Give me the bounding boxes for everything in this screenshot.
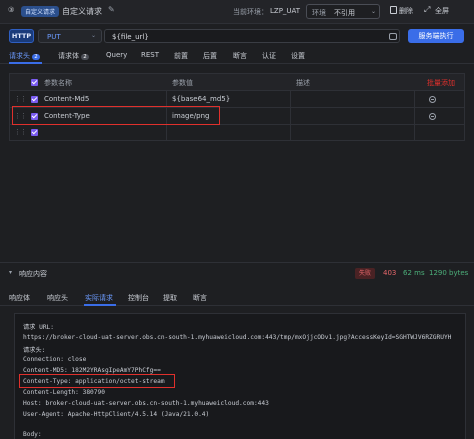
tab-rest[interactable]: REST xyxy=(141,51,159,59)
tab-body-count: 2 xyxy=(81,54,89,60)
pencil-icon[interactable]: ✎ xyxy=(108,5,115,14)
chevron-down-icon[interactable]: ▾ xyxy=(9,269,12,276)
column-name-header: 参数名称 xyxy=(44,79,72,87)
delete-label: 删除 xyxy=(399,7,413,15)
method-select[interactable]: PUT ⌄ xyxy=(38,29,102,43)
code-line: Connection: close xyxy=(23,356,87,363)
remove-row-icon[interactable] xyxy=(429,96,436,103)
drag-handle-icon[interactable]: ⋮⋮ xyxy=(14,128,27,136)
code-line: Content-Length: 380790 xyxy=(23,389,105,396)
code-line: User-Agent: Apache-HttpClient/4.5.14 (Ja… xyxy=(23,411,210,418)
status-code: 403 xyxy=(383,269,397,277)
header-value-cell[interactable]: ${base64_md5} xyxy=(172,95,230,103)
tab-console[interactable]: 控制台 xyxy=(128,293,149,303)
response-title: 响应内容 xyxy=(19,270,47,278)
server-execute-button[interactable]: 服务端执行 xyxy=(408,29,464,43)
environment-select[interactable]: 环境 不引用 ⌄ xyxy=(306,4,380,19)
tab-actual-request[interactable]: 实际请求 xyxy=(85,293,113,303)
tab-body-label: 请求体 xyxy=(58,52,79,60)
tab-extract[interactable]: 提取 xyxy=(163,293,177,303)
code-line: 请求 URL: xyxy=(23,324,55,331)
url-input[interactable]: ${file_url} xyxy=(104,29,400,43)
highlight-box xyxy=(19,374,175,388)
current-env-value: LZP_UAT xyxy=(270,7,301,15)
code-line: 请求头: xyxy=(23,347,46,354)
url-value: ${file_url} xyxy=(112,33,149,41)
env-select-label: 环境 xyxy=(312,9,326,17)
active-tab-indicator xyxy=(9,62,42,64)
protocol-select[interactable]: HTTP xyxy=(9,29,34,43)
tab-response-body[interactable]: 响应体 xyxy=(9,293,30,303)
status-badge: 失败 xyxy=(355,268,375,279)
row-checkbox[interactable] xyxy=(31,129,38,136)
drag-handle-icon[interactable]: ⋮⋮ xyxy=(14,95,27,103)
chevron-down-icon: ⌄ xyxy=(371,8,377,15)
current-env-label: 当前环境： xyxy=(233,8,268,16)
code-line: Host: broker-cloud-uat-server.obs.cn-sou… xyxy=(23,400,269,407)
header-name-cell[interactable]: Content-Md5 xyxy=(44,95,89,103)
tab-pre[interactable]: 前置 xyxy=(174,51,188,61)
tab-query[interactable]: Query xyxy=(106,51,127,59)
chevron-down-icon: ⌄ xyxy=(91,32,97,39)
tab-body[interactable]: 请求体 2 xyxy=(58,51,89,61)
tab-response-assert[interactable]: 断言 xyxy=(193,293,207,303)
remove-row-icon[interactable] xyxy=(429,113,436,120)
tab-post[interactable]: 后置 xyxy=(203,51,217,61)
tab-headers[interactable]: 请求头 2 xyxy=(9,51,40,61)
save-icon[interactable] xyxy=(389,33,397,40)
request-header-bar: ③ 自定义请求 自定义请求 ✎ 当前环境： LZP_UAT 环境 不引用 ⌄ 删… xyxy=(0,0,474,24)
table-header-row xyxy=(10,74,464,91)
page-title: 自定义请求 xyxy=(62,7,102,16)
code-line: https://broker-cloud-uat-server.obs.cn-s… xyxy=(23,334,452,341)
column-desc-header: 描述 xyxy=(296,79,310,87)
row-checkbox[interactable] xyxy=(31,96,38,103)
step-badge: ③ xyxy=(8,6,15,14)
section-divider xyxy=(0,262,474,263)
response-tabs xyxy=(0,289,474,306)
batch-add-button[interactable]: 批量添加 xyxy=(427,78,455,88)
method-value: PUT xyxy=(47,33,61,41)
active-tab-indicator xyxy=(84,304,116,306)
code-line: Content-MD5: 182M2YRAsgIpeAmY7PhCfg== xyxy=(23,367,161,374)
tab-headers-label: 请求头 xyxy=(9,52,30,60)
code-line: Body: xyxy=(23,431,42,438)
tab-settings[interactable]: 设置 xyxy=(291,51,305,61)
env-select-value: 不引用 xyxy=(334,9,355,17)
tab-assert[interactable]: 断言 xyxy=(233,51,247,61)
tab-auth[interactable]: 认证 xyxy=(262,51,276,61)
tab-response-headers[interactable]: 响应头 xyxy=(47,293,68,303)
response-time: 62 ms xyxy=(403,269,425,277)
actual-request-panel: 请求 URL: https://broker-cloud-uat-server.… xyxy=(14,313,466,439)
column-value-header: 参数值 xyxy=(172,79,193,87)
response-size: 1290 bytes xyxy=(429,269,469,277)
highlight-box xyxy=(12,106,220,125)
select-all-checkbox[interactable] xyxy=(31,79,38,86)
tab-headers-count: 2 xyxy=(32,54,40,60)
fullscreen-label: 全屏 xyxy=(435,7,449,15)
expand-icon: ⤢ xyxy=(424,5,431,14)
trash-icon xyxy=(390,6,397,14)
request-type-tag: 自定义请求 xyxy=(21,6,60,17)
